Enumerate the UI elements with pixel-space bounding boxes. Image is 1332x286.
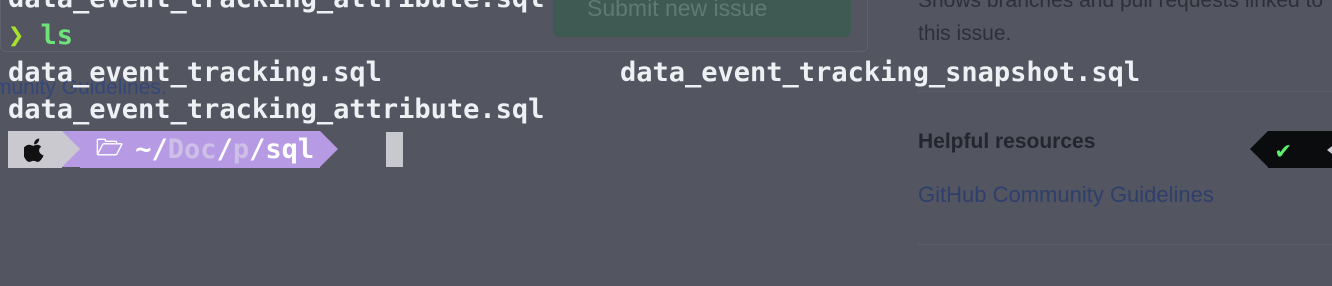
development-description: Shows branches and pull requests linked … (918, 0, 1324, 45)
path-separator: / (249, 134, 266, 165)
segment-separator (1250, 131, 1268, 167)
apple-icon (24, 138, 44, 162)
exit-status: ✔ (1268, 131, 1332, 168)
command-line: ❯ ls (8, 19, 73, 53)
directory-segment: 🗁 ~/Doc / p / sql (80, 131, 321, 168)
previous-output-line: data_event_tracking_attribute.sql (8, 0, 544, 16)
segment-separator (1327, 143, 1332, 157)
sidebar-divider (918, 244, 1332, 245)
path-home: ~/ (135, 134, 168, 165)
sidebar-divider (918, 91, 1332, 92)
ls-output-file: data_event_tracking_snapshot.sql (620, 57, 1141, 88)
command-text: ls (40, 20, 74, 51)
shell-prompt: 🗁 ~/Doc / p / sql (8, 131, 339, 168)
path-part-doc: Doc (167, 134, 217, 165)
segment-separator (62, 131, 80, 167)
path-separator: / (216, 134, 233, 165)
helpful-resources-heading: Helpful resources (918, 130, 1096, 153)
submit-new-issue-button[interactable]: Submit new issue (553, 0, 851, 37)
ls-output-file: data_event_tracking_attribute.sql (8, 94, 545, 125)
github-community-guidelines-link[interactable]: GitHub Community Guidelines (918, 182, 1214, 208)
ls-output-file: data_event_tracking.sql (8, 57, 382, 88)
open-folder-icon: 🗁 (96, 135, 124, 161)
terminal-cursor[interactable] (386, 132, 403, 167)
segment-separator (320, 131, 339, 167)
path-current-dir: sql (265, 134, 315, 165)
checkmark-icon: ✔ (1276, 135, 1291, 164)
os-segment (8, 131, 62, 168)
prompt-chevron-icon: ❯ (8, 20, 25, 51)
path-part-p: p (232, 134, 250, 165)
status-segment: ✔ (1250, 131, 1332, 168)
